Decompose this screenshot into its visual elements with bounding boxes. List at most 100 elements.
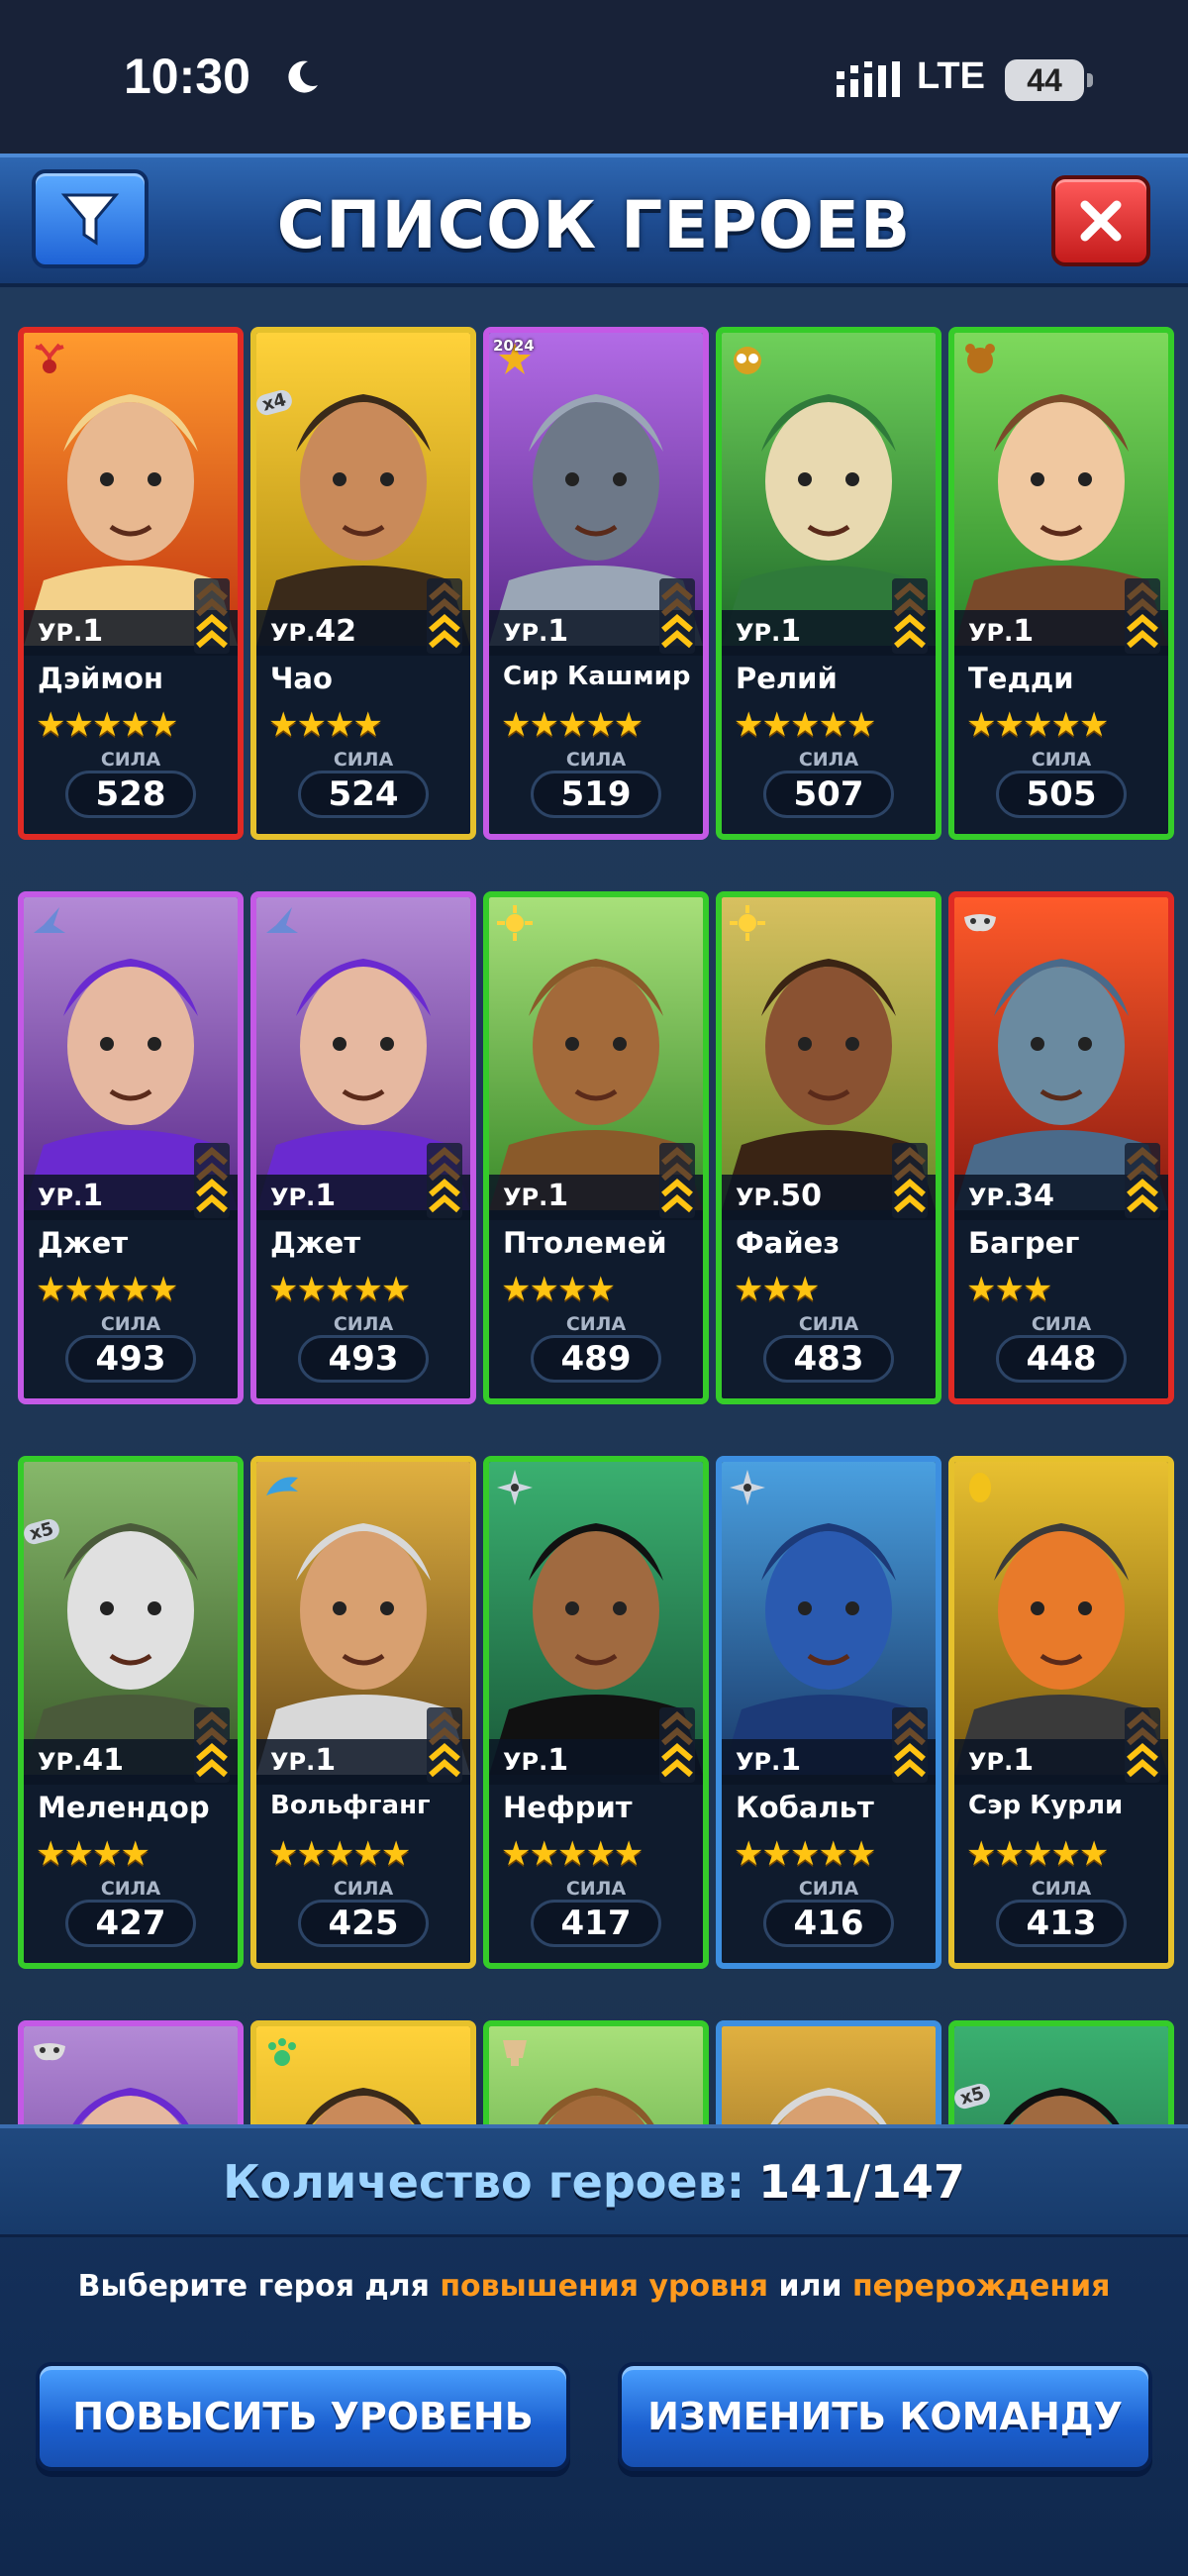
witch-hat-icon bbox=[28, 901, 71, 945]
hero-card[interactable]: УР.1 Кобальт ★★★★★ СИЛА 416 bbox=[716, 1456, 941, 1969]
hero-card[interactable]: x4 УР.42 Чао ★★★★ СИЛА 524 bbox=[250, 327, 476, 840]
mask-icon bbox=[28, 2030, 71, 2074]
hero-card[interactable]: УР.1 Вольфганг ★★★★★ СИЛА 425 bbox=[250, 1456, 476, 1969]
hero-card[interactable]: УР.1 Нефрит ★★★★★ СИЛА 417 bbox=[483, 1456, 709, 1969]
level-value: 34 bbox=[1013, 1179, 1054, 1213]
close-button[interactable] bbox=[1051, 175, 1150, 266]
hero-name: Файез bbox=[736, 1226, 841, 1260]
ascension-chevron-icon bbox=[659, 578, 695, 654]
hero-name: Нефрит bbox=[503, 1791, 633, 1824]
power-label: СИЛА bbox=[100, 1878, 161, 1900]
hero-stars: ★★★★ bbox=[36, 1834, 150, 1874]
ascension-chevron-icon bbox=[427, 578, 462, 654]
hint-part: Выберите героя для bbox=[77, 2269, 441, 2304]
signal-icon bbox=[837, 61, 900, 97]
hero-power: 524 bbox=[298, 771, 429, 818]
hero-name: Джет bbox=[38, 1226, 129, 1260]
hero-stars: ★★★★ bbox=[501, 1270, 616, 1309]
power-label: СИЛА bbox=[333, 749, 394, 771]
deer-antlers-icon bbox=[28, 337, 71, 380]
page-title: СПИСОК ГЕРОЕВ bbox=[276, 187, 912, 263]
hero-power: 519 bbox=[531, 771, 661, 818]
hero-power: 505 bbox=[996, 771, 1127, 818]
hero-stars: ★★★★★ bbox=[268, 1270, 411, 1309]
witch-hat-icon bbox=[260, 901, 304, 945]
hero-card[interactable]: УР.1 Джет ★★★★★ СИЛА 493 bbox=[250, 891, 476, 1404]
hero-power: 483 bbox=[763, 1335, 894, 1383]
ascension-chevron-icon bbox=[194, 578, 230, 654]
hero-card-partial[interactable] bbox=[716, 2020, 941, 2124]
egg-mask-icon bbox=[958, 1466, 1002, 1509]
hero-count-label: Количество героев: bbox=[223, 2154, 745, 2209]
change-team-button[interactable]: ИЗМЕНИТЬ КОМАНДУ bbox=[618, 2362, 1152, 2471]
level-prefix: УР. bbox=[968, 1184, 1014, 1211]
level-prefix: УР. bbox=[736, 1184, 781, 1211]
ascension-chevron-icon bbox=[1125, 1707, 1160, 1783]
power-label: СИЛА bbox=[565, 1878, 627, 1900]
hero-card[interactable]: УР.50 Файез ★★★ СИЛА 483 bbox=[716, 891, 941, 1404]
level-up-button[interactable]: ПОВЫСИТЬ УРОВЕНЬ bbox=[36, 2362, 570, 2471]
power-label: СИЛА bbox=[1031, 749, 1092, 771]
hero-stars: ★★★★ bbox=[268, 705, 383, 745]
hero-card[interactable]: УР.1 Релий ★★★★★ СИЛА 507 bbox=[716, 327, 941, 840]
hero-name: Птолемей bbox=[503, 1226, 667, 1260]
hero-card[interactable]: УР.1 Джет ★★★★★ СИЛА 493 bbox=[18, 891, 244, 1404]
hero-level: УР.1 bbox=[736, 614, 801, 649]
hint-highlight-rebirth: перерождения bbox=[851, 2269, 1111, 2304]
ascension-chevron-icon bbox=[1125, 578, 1160, 654]
hero-card-partial[interactable] bbox=[250, 2020, 476, 2124]
hero-card[interactable]: УР.1 Сэр Курли ★★★★★ СИЛА 413 bbox=[948, 1456, 1174, 1969]
level-prefix: УР. bbox=[503, 619, 548, 647]
hero-stars: ★★★ bbox=[966, 1270, 1052, 1309]
level-prefix: УР. bbox=[270, 1748, 316, 1776]
shuriken-icon bbox=[726, 1466, 769, 1509]
mask-icon bbox=[958, 901, 1002, 945]
hero-power: 416 bbox=[763, 1900, 894, 1947]
status-bar: 10:30 LTE 44 bbox=[0, 0, 1188, 154]
cup-icon bbox=[493, 2030, 537, 2074]
ascension-chevron-icon bbox=[427, 1707, 462, 1783]
hero-card[interactable]: УР.1 Тедди ★★★★★ СИЛА 505 bbox=[948, 327, 1174, 840]
hero-name: Вольфганг bbox=[270, 1791, 431, 1820]
ascension-chevron-icon bbox=[427, 1143, 462, 1218]
hero-card-partial[interactable] bbox=[18, 2020, 244, 2124]
hero-card[interactable]: x5 УР.41 Мелендор ★★★★ СИЛА 427 bbox=[18, 1456, 244, 1969]
hero-stars: ★★★★★ bbox=[36, 1270, 178, 1309]
hero-level: УР.1 bbox=[503, 614, 568, 649]
power-label: СИЛА bbox=[333, 1878, 394, 1900]
hero-name: Мелендор bbox=[38, 1791, 210, 1824]
network-type: LTE bbox=[917, 55, 985, 97]
hero-card[interactable]: УР.1 Птолемей ★★★★ СИЛА 489 bbox=[483, 891, 709, 1404]
hero-count-bar: Количество героев: 141/147 bbox=[0, 2128, 1188, 2237]
hero-level: УР.1 bbox=[503, 1743, 568, 1778]
level-prefix: УР. bbox=[503, 1184, 548, 1211]
hero-card[interactable]: УР.34 Багрег ★★★ СИЛА 448 bbox=[948, 891, 1174, 1404]
hero-power: 489 bbox=[531, 1335, 661, 1383]
hero-level: УР.1 bbox=[968, 1743, 1034, 1778]
hero-name: Сэр Курли bbox=[968, 1791, 1124, 1820]
power-label: СИЛА bbox=[100, 1313, 161, 1335]
level-prefix: УР. bbox=[38, 1748, 83, 1776]
ascension-chevron-icon bbox=[659, 1707, 695, 1783]
hero-stars: ★★★★★ bbox=[268, 1834, 411, 1874]
level-value: 1 bbox=[315, 1743, 337, 1778]
level-value: 1 bbox=[547, 1743, 569, 1778]
hero-card[interactable]: УР.1 Дэймон ★★★★★ СИЛА 528 bbox=[18, 327, 244, 840]
level-value: 1 bbox=[1013, 614, 1035, 649]
level-value: 42 bbox=[315, 614, 356, 649]
hero-level: УР.1 bbox=[38, 614, 103, 649]
hint-part: или bbox=[768, 2269, 852, 2304]
power-label: СИЛА bbox=[1031, 1878, 1092, 1900]
hero-name: Чао bbox=[270, 662, 333, 695]
footer-panel: Количество героев: 141/147 Выберите геро… bbox=[0, 2124, 1188, 2576]
hero-card-partial[interactable]: x5 bbox=[948, 2020, 1174, 2124]
hero-card-partial[interactable] bbox=[483, 2020, 709, 2124]
hero-name: Релий bbox=[736, 662, 838, 695]
hero-portrait bbox=[722, 2026, 936, 2124]
hero-card[interactable]: 2024 УР.1 Сир Кашмир ★★★★★ СИЛА 519 bbox=[483, 327, 709, 840]
hero-power: 528 bbox=[65, 771, 196, 818]
hero-level: УР.1 bbox=[38, 1179, 103, 1213]
hero-name: Багрег bbox=[968, 1226, 1080, 1260]
level-prefix: УР. bbox=[270, 1184, 316, 1211]
ascension-chevron-icon bbox=[1125, 1143, 1160, 1218]
